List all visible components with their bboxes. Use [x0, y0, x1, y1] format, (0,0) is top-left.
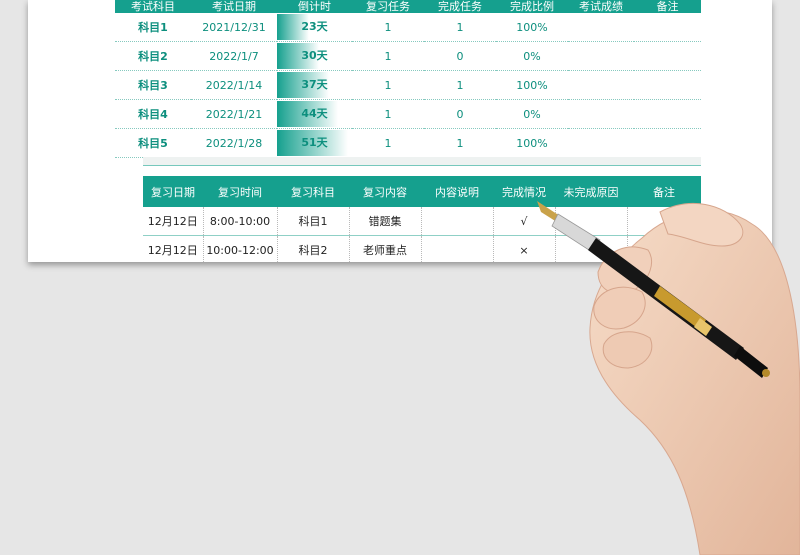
countdown-label: 44天 [301, 107, 328, 120]
countdown-label: 37天 [301, 78, 328, 91]
countdown-label: 51天 [301, 136, 328, 149]
countdown-label: 30天 [301, 49, 328, 62]
hand-holding-pen [537, 201, 800, 555]
countdown-label: 23天 [301, 20, 328, 33]
